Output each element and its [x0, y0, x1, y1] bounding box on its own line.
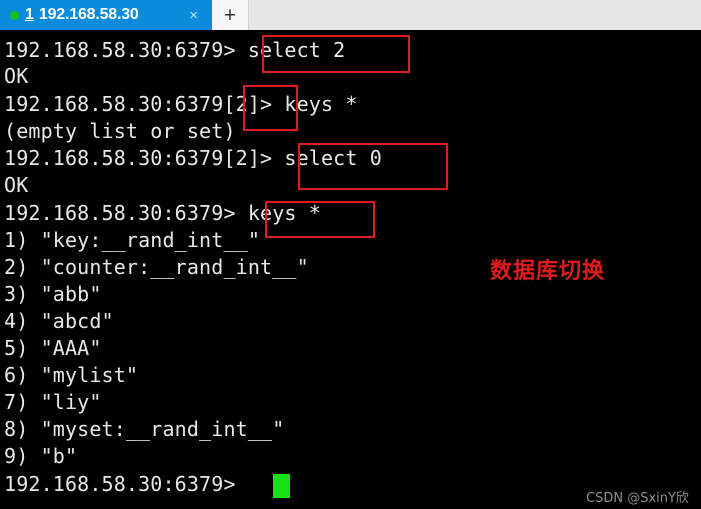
tab-bar: 1 192.168.58.30 × + — [0, 0, 701, 30]
terminal-line: OK — [4, 64, 29, 88]
close-icon[interactable]: × — [185, 8, 206, 23]
terminal-line: 2) "counter:__rand_int__" — [4, 255, 309, 279]
tab-index-label: 1 — [25, 6, 34, 23]
tab-192-168-58-30[interactable]: 1 192.168.58.30 × — [0, 0, 212, 30]
terminal-line: 9) "b" — [4, 444, 78, 468]
terminal-line: 3) "abb" — [4, 282, 102, 306]
tab-title-label: 192.168.58.30 — [38, 6, 139, 23]
terminal-cursor — [273, 474, 290, 498]
terminal-line: 1) "key:__rand_int__" — [4, 228, 261, 252]
terminal-window: 1 192.168.58.30 × + 192.168.58.30:6379> … — [0, 0, 701, 509]
terminal-line: 192.168.58.30:6379[2]> select 0 — [4, 146, 382, 170]
watermark: CSDN @SxinY欣 — [586, 491, 689, 506]
tab-bar-empty-area — [249, 0, 701, 30]
terminal-line: 4) "abcd" — [4, 309, 114, 333]
terminal-prompt-line: 192.168.58.30:6379> — [4, 472, 236, 496]
terminal-line: 8) "myset:__rand_int__" — [4, 417, 285, 441]
terminal-line: 192.168.58.30:6379> keys * — [4, 201, 321, 225]
terminal-line: 7) "liy" — [4, 390, 102, 414]
terminal-line: 192.168.58.30:6379[2]> keys * — [4, 92, 358, 116]
terminal-line: (empty list or set) — [4, 119, 236, 143]
terminal-line: OK — [4, 173, 29, 197]
terminal-line: 6) "mylist" — [4, 363, 139, 387]
new-tab-button[interactable]: + — [212, 0, 249, 30]
terminal-line: 192.168.58.30:6379> select 2 — [4, 38, 346, 62]
green-status-dot — [10, 10, 19, 20]
annotation-note: 数据库切换 — [490, 259, 606, 284]
terminal-line: 5) "AAA" — [4, 336, 102, 360]
